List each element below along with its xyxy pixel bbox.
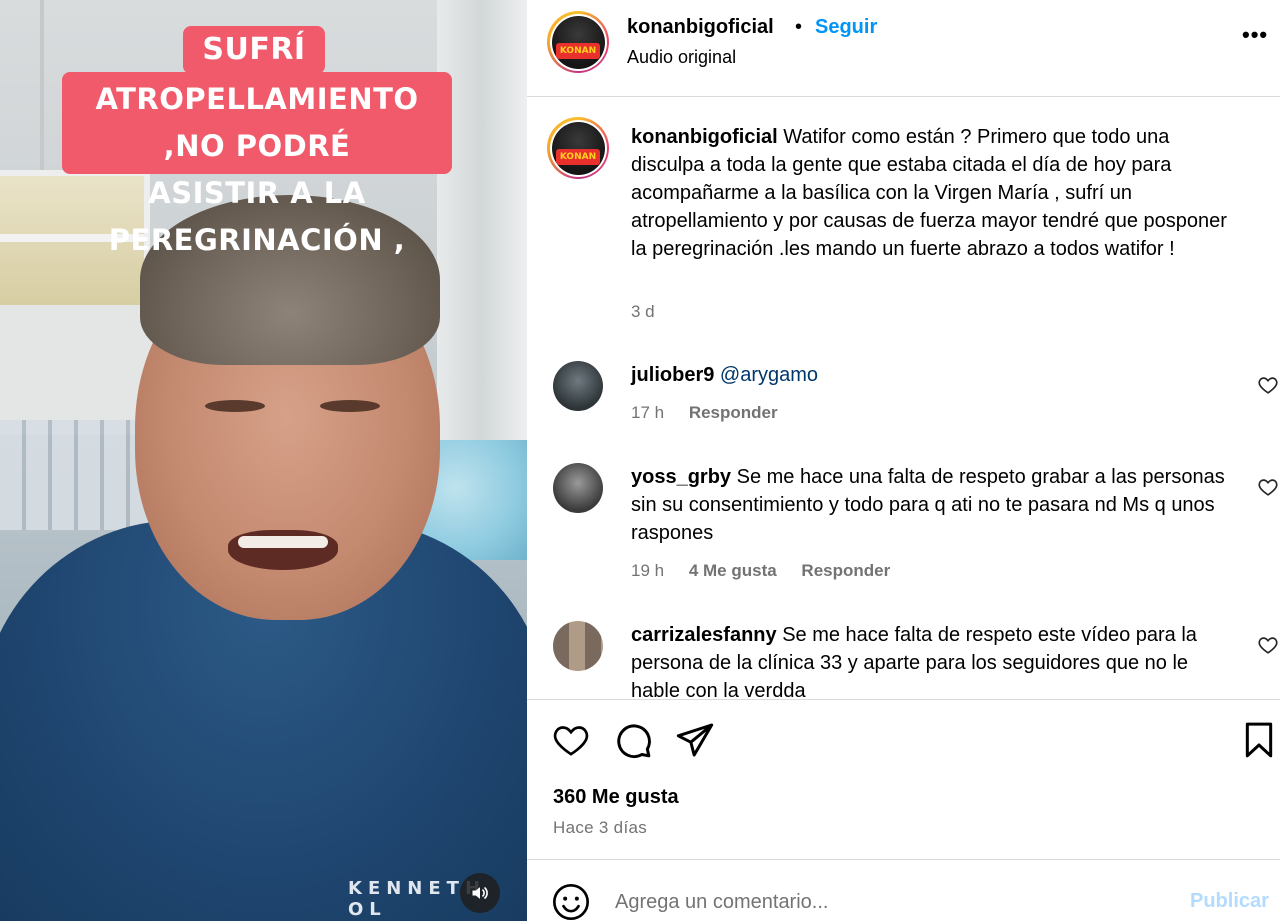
header-username[interactable]: konanbigoficial	[627, 16, 774, 39]
comment-meta: 17 h Responder	[631, 403, 798, 423]
reply-button[interactable]: Responder	[689, 403, 778, 422]
video-caption-block: ATROPELLAMIENTO ,NO PODRÉ ASISTIR A LA P…	[62, 72, 452, 257]
likes-count[interactable]: 360 Me gusta	[553, 786, 679, 809]
speaker-icon	[472, 887, 488, 899]
sound-toggle-button[interactable]	[460, 873, 500, 913]
header-separator: •	[795, 16, 803, 38]
audio-label[interactable]: Audio original	[627, 47, 736, 68]
post-date[interactable]: Hace 3 días	[553, 818, 647, 838]
person-eye-right	[320, 400, 380, 412]
share-send-icon[interactable]	[675, 720, 715, 760]
reel-video[interactable]: KENNETH OL SUFRÍ UN ATROPELLAMIENTO ,NO …	[0, 0, 527, 921]
reply-button[interactable]: Responder	[801, 561, 890, 580]
comment-meta: 19 h 4 Me gusta Responder	[631, 561, 910, 581]
comment-bubble-icon[interactable]	[613, 720, 653, 760]
comment-avatar[interactable]	[553, 361, 603, 411]
follow-button[interactable]: Seguir	[815, 16, 877, 39]
comment-like-icon[interactable]	[1257, 374, 1279, 396]
comment-likes[interactable]: 4 Me gusta	[689, 561, 777, 580]
header-avatar[interactable]: KONAN	[547, 11, 609, 73]
video-caption-line3: ASISTIR A LA PEREGRINACIÓN ,	[108, 176, 406, 257]
comment-mention[interactable]: @arygamo	[720, 364, 818, 386]
caption-meta: 3 d	[631, 302, 675, 322]
comment-avatar[interactable]	[553, 621, 603, 671]
video-caption-line1: SUFRÍ UN	[183, 26, 325, 115]
comment-username[interactable]: yoss_grby	[631, 466, 731, 488]
post-side-panel: KONAN konanbigoficial • Seguir Audio ori…	[527, 0, 1280, 921]
person-eye-left	[205, 400, 265, 412]
comment-avatar[interactable]	[553, 463, 603, 513]
caption-username[interactable]: konanbigoficial	[631, 126, 778, 148]
publish-button[interactable]: Publicar	[1190, 890, 1269, 913]
comment-item: carrizalesfanny Se me hace falta de resp…	[631, 621, 1241, 699]
post-caption: konanbigoficial Watifor como están ? Pri…	[631, 123, 1241, 263]
comment-username[interactable]: juliober9	[631, 364, 714, 386]
add-comment-bar: Publicar	[527, 859, 1280, 921]
comments-list[interactable]: KONAN konanbigoficial Watifor como están…	[527, 97, 1280, 699]
comment-time[interactable]: 19 h	[631, 561, 664, 580]
person-mouth	[228, 530, 338, 570]
post-actions: 360 Me gusta Hace 3 días	[527, 699, 1280, 859]
more-options-icon[interactable]: •••	[1242, 22, 1268, 48]
caption-time[interactable]: 3 d	[631, 302, 655, 321]
shirt-text: KENNETH OL	[348, 878, 487, 920]
video-caption-line2: ATROPELLAMIENTO ,NO PODRÉ	[95, 82, 419, 163]
comment-like-icon[interactable]	[1257, 476, 1279, 498]
comment-username[interactable]: carrizalesfanny	[631, 624, 777, 646]
caption-avatar[interactable]: KONAN	[547, 117, 609, 179]
emoji-icon[interactable]	[551, 882, 591, 921]
comment-item: yoss_grby Se me hace una falta de respet…	[631, 463, 1241, 547]
like-heart-icon[interactable]	[551, 720, 591, 760]
comment-input[interactable]	[615, 886, 1175, 918]
save-bookmark-icon[interactable]	[1239, 720, 1279, 760]
comment-like-icon[interactable]	[1257, 634, 1279, 656]
comment-time[interactable]: 17 h	[631, 403, 664, 422]
comment-item: juliober9 @arygamo	[631, 361, 1241, 389]
post-header: KONAN konanbigoficial • Seguir Audio ori…	[527, 0, 1280, 97]
